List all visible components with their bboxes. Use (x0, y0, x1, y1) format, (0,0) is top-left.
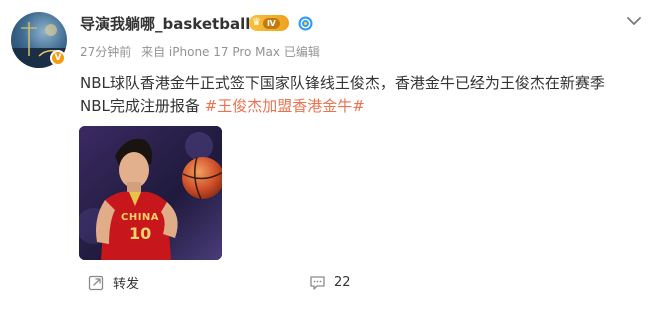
comment-icon (310, 275, 325, 290)
post-time[interactable]: 27分钟前 (80, 45, 131, 59)
post-edited-label: 已编辑 (283, 45, 320, 59)
jersey-number: 10 (129, 224, 152, 243)
repost-label: 转发 (113, 276, 140, 292)
author-name[interactable]: 导演我躺哪_basketball (80, 13, 250, 34)
post-text-line-2: NBL完成注册报备 #王俊杰加盟香港金牛# (80, 95, 640, 118)
chevron-down-icon[interactable] (625, 12, 643, 30)
post-photo[interactable]: CHINA 10 (79, 126, 222, 260)
hashtag-link[interactable]: #王俊杰加盟香港金牛# (205, 97, 365, 115)
jersey-text: CHINA (121, 212, 160, 223)
post-text-line-1: NBL球队香港金牛正式签下国家队锋线王俊杰，香港金牛已经为王俊杰在新赛季 (80, 74, 605, 92)
post-source: 来自 iPhone 17 Pro Max (141, 45, 280, 59)
repost-icon (88, 275, 104, 290)
post-text-line-2-body: NBL完成注册报备 (80, 97, 205, 115)
weibo-post-card: V 导演我躺哪_basketball ♛ Ⅳ 27分钟前 来自 iPhone 1… (0, 0, 661, 315)
comment-button[interactable]: 22 (309, 272, 351, 292)
verified-v-badge: V (50, 50, 66, 66)
crown-icon: ♛ (252, 17, 261, 28)
post-meta: 27分钟前 来自 iPhone 17 Pro Max 已编辑 (80, 43, 326, 60)
post-text: NBL球队香港金牛正式签下国家队锋线王俊杰，香港金牛已经为王俊杰在新赛季 NBL… (80, 72, 640, 118)
blue-verified-icon[interactable] (298, 16, 313, 31)
repost-button[interactable]: 转发 (88, 272, 139, 292)
vip-level-badge[interactable]: ♛ Ⅳ (249, 15, 289, 31)
vip-level-text: Ⅳ (262, 17, 280, 29)
comment-count: 22 (334, 274, 351, 290)
